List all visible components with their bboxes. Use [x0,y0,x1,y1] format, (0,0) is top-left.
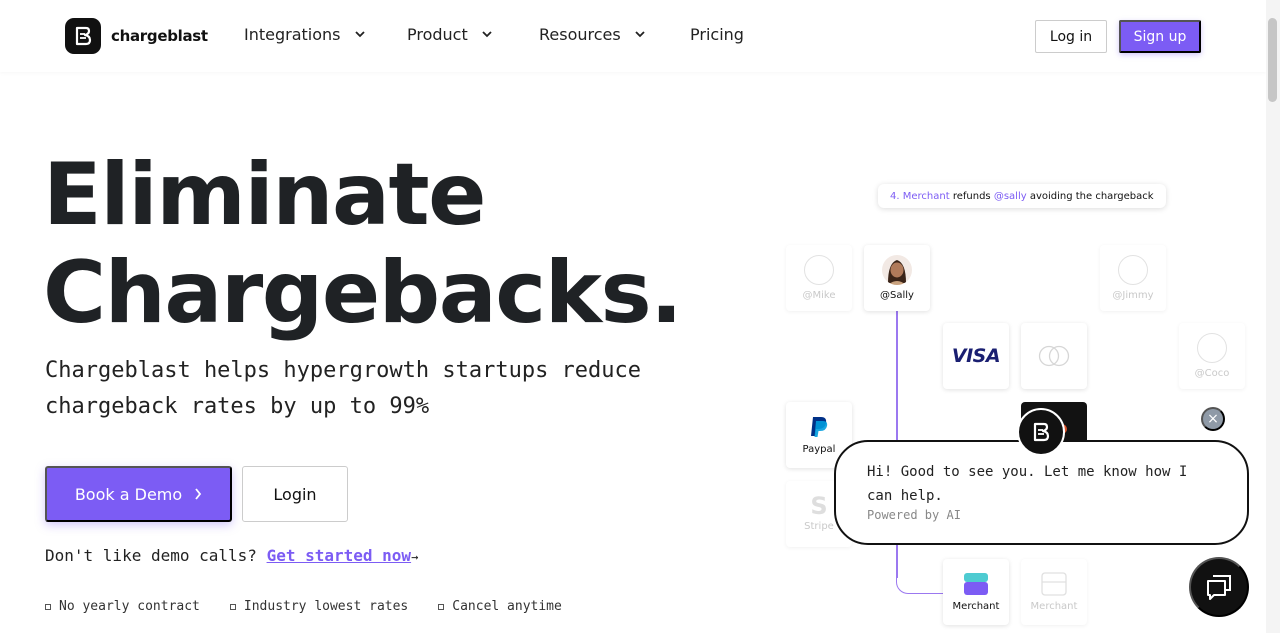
chat-powered-by: Powered by AI [867,508,961,522]
step-user: @sally [993,190,1027,202]
nav-pricing-label: Pricing [690,25,744,44]
nav-pricing[interactable]: Pricing [690,25,744,44]
feature-item: No yearly contract [45,599,200,614]
nav-integrations-label: Integrations [244,25,341,44]
stripe-label: Stripe [804,521,834,532]
merchant-card: Merchant [943,559,1009,625]
chat-bot-avatar [1017,408,1065,456]
chevron-down-icon [482,31,492,38]
chevron-down-icon [354,31,365,38]
demo-alternative: Don't like demo calls? Get started now→ [45,546,418,565]
step-rest: avoiding the chargeback [1029,190,1154,202]
headline-line-1: Eliminate [43,145,487,245]
avatar-placeholder-icon [1118,255,1148,285]
feature-item: Cancel anytime [438,599,562,614]
user-card-coco: @Coco [1179,323,1245,389]
avatar-placeholder-icon [804,255,834,285]
chat-launcher-button[interactable] [1189,557,1249,617]
avatar [882,255,912,285]
square-bullet-icon [45,603,51,610]
brand-logo[interactable]: chargeblast [65,18,208,54]
avatar-placeholder-icon [1197,333,1227,363]
step-actor: Merchant [902,190,950,202]
merchant-icon [1041,572,1067,596]
merchant-label: Merchant [1030,601,1078,612]
arrow-right-icon: → [411,550,419,564]
user-card-jimmy: @Jimmy [1100,245,1166,311]
nav-integrations[interactable]: Integrations [244,25,365,44]
flow-step-label: 4. Merchant refunds @sally avoiding the … [878,184,1166,208]
step-number: 4. [890,190,900,202]
feature-item: Industry lowest rates [229,599,409,614]
hero-login-button[interactable]: Login [242,466,348,522]
merchant-icon [964,573,988,595]
stripe-logo-icon: S [810,492,828,520]
chat-icon [1207,575,1231,600]
chargeblast-logo-icon [65,18,101,54]
user-card-sally: @Sally [864,245,930,311]
brand-name: chargeblast [111,27,208,45]
chat-message: Hi! Good to see you. Let me know how I c… [867,464,1188,504]
chat-close-button[interactable]: × [1201,407,1225,431]
chevron-right-icon [195,488,202,500]
nav-resources[interactable]: Resources [539,25,645,44]
mastercard-logo-icon [1038,345,1070,367]
chevron-down-icon [635,31,645,38]
merchant-label: Merchant [952,601,1000,612]
merchant-card-faded: Merchant [1021,559,1087,625]
user-card-label: @Sally [880,290,914,301]
user-card-mike: @Mike [786,245,852,311]
user-card-label: @Coco [1194,368,1230,379]
headline-line-2: Chargebacks. [43,243,683,343]
paypal-label: Paypal [802,444,836,455]
user-card-label: @Jimmy [1112,290,1154,301]
paypal-logo-icon [811,417,828,437]
feature-text: Cancel anytime [452,599,562,614]
mastercard-card [1021,323,1087,389]
chargeblast-logo-icon [1033,422,1050,442]
demo-prompt-text: Don't like demo calls? [45,546,257,565]
nav-product-label: Product [407,25,468,44]
scrollbar-thumb[interactable] [1268,18,1277,102]
get-started-link[interactable]: Get started now [267,546,412,565]
visa-card: VISA [943,323,1009,389]
feature-text: Industry lowest rates [243,599,409,614]
square-bullet-icon [438,603,445,610]
feature-list: No yearly contract Industry lowest rates… [45,599,562,614]
book-demo-button[interactable]: Book a Demo [45,466,232,522]
flow-connector-corner [896,578,944,594]
step-verb: refunds [952,190,991,202]
visa-logo-icon: VISA [951,345,1001,367]
square-bullet-icon [229,603,236,610]
user-card-label: @Mike [802,290,836,301]
hero-headline: Eliminate Chargebacks. [43,145,683,343]
hero-subtitle: Chargeblast helps hypergrowth startups r… [45,358,642,419]
feature-text: No yearly contract [59,599,200,614]
nav-product[interactable]: Product [407,25,492,44]
nav-resources-label: Resources [539,25,621,44]
nav-signup-button[interactable]: Sign up [1119,20,1201,53]
nav-login-button[interactable]: Log in [1035,20,1107,53]
book-demo-label: Book a Demo [74,484,183,504]
top-nav: chargeblast Integrations Product Resourc… [0,0,1266,72]
